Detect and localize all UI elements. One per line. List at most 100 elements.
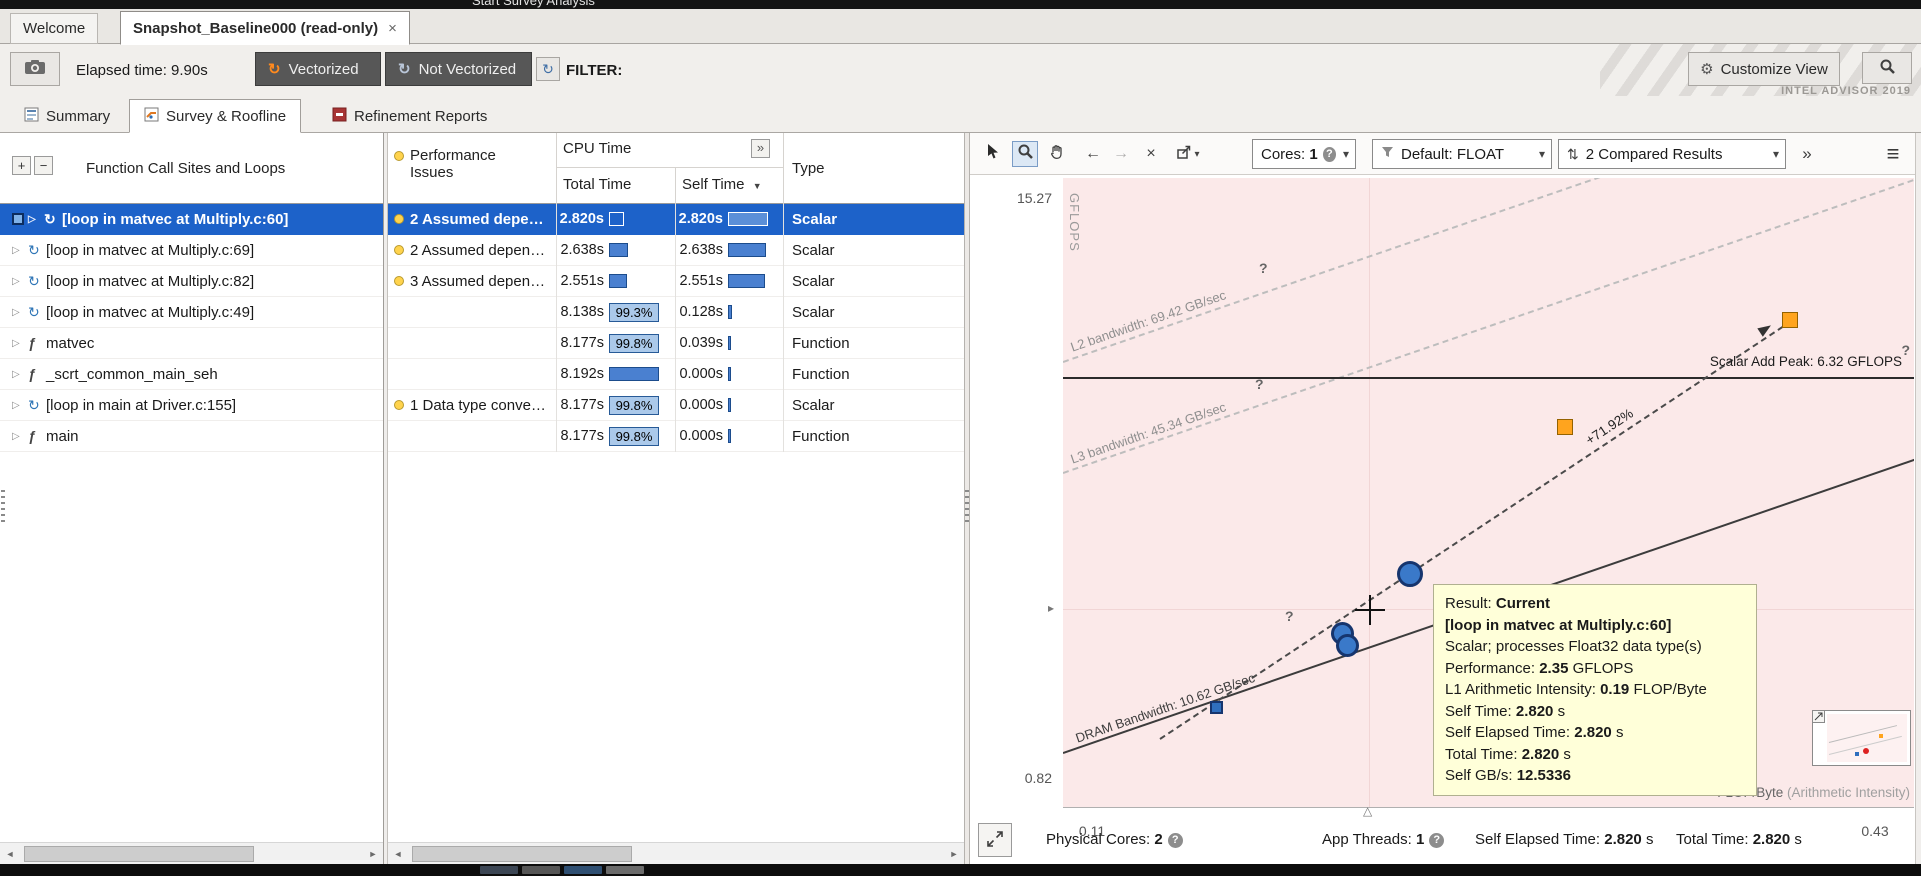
row-expander[interactable]: ▷: [12, 245, 28, 256]
minimap-expand-icon[interactable]: [1812, 710, 1825, 727]
scroll-left-arrow[interactable]: ◄: [0, 843, 20, 864]
scalar-peak-help-icon[interactable]: ?: [1901, 342, 1910, 358]
tooltip-performance: 2.35: [1539, 660, 1568, 677]
self-time-label: Self Time: [682, 176, 745, 193]
hamburger-menu-icon: ≡: [1887, 141, 1900, 167]
column-header-total-time[interactable]: Total Time: [557, 168, 676, 204]
data-point-compared-a[interactable]: [1557, 419, 1573, 435]
scrollbar-thumb[interactable]: [412, 846, 632, 862]
column-header-performance-issues[interactable]: Performance Issues: [388, 133, 557, 204]
total-time-bar: [609, 243, 628, 257]
taskbar-window-preview[interactable]: [606, 866, 644, 874]
scrollbar-thumb[interactable]: [24, 846, 254, 862]
table-row-loop-multiply-82[interactable]: ▷↻[loop in matvec at Multiply.c:82] 3 As…: [0, 266, 964, 297]
tab-snapshot[interactable]: Snapshot_Baseline000 (read-only) ×: [120, 11, 410, 45]
column-header-type[interactable]: Type: [784, 133, 964, 204]
window-edge-splitter-grip[interactable]: [1, 486, 5, 522]
tab-welcome[interactable]: Welcome: [10, 13, 98, 44]
total-time-value: 2.820s: [557, 211, 609, 227]
tooltip-gbs: 12.5336: [1517, 767, 1571, 784]
taskbar-window-preview[interactable]: [564, 866, 602, 874]
table-row-matvec[interactable]: ▷ƒmatvec 8.177s99.8% 0.039s Function: [0, 328, 964, 359]
cpu-time-expand-button[interactable]: »: [751, 139, 770, 158]
table-row-loop-multiply-60[interactable]: ▷ ↻ [loop in matvec at Multiply.c:60] 2 …: [0, 204, 964, 235]
minimap-chart-area: [1827, 714, 1907, 762]
help-icon[interactable]: ?: [1429, 833, 1444, 848]
roofline-minimap[interactable]: [1812, 710, 1911, 766]
expand-all-button[interactable]: +: [12, 156, 31, 175]
not-vectorized-toggle-button[interactable]: ↻ Not Vectorized: [385, 52, 532, 86]
data-point-current-loop-c[interactable]: [1336, 634, 1359, 657]
total-time-value: 8.177s: [557, 335, 609, 351]
roofline-chart[interactable]: L2 bandwidth: 69.42 GB/sec L3 bandwidth:…: [1063, 178, 1914, 808]
row-expander[interactable]: ▷: [12, 307, 28, 318]
vectorized-loop-icon: ↻: [268, 60, 281, 78]
data-point-compared-b[interactable]: [1782, 312, 1798, 328]
row-expander[interactable]: ▷: [12, 431, 28, 442]
chevrons-icon: »: [757, 140, 764, 155]
tooltip-value: Current: [1496, 595, 1550, 612]
function-column-scrollbar[interactable]: ◄ ►: [0, 842, 383, 864]
tab-summary[interactable]: Summary: [10, 99, 124, 133]
snapshot-camera-button[interactable]: [10, 52, 60, 86]
more-tools-button[interactable]: »: [1794, 141, 1820, 167]
scroll-right-arrow[interactable]: ►: [944, 843, 964, 864]
table-row-scrt-common-main-seh[interactable]: ▷ƒ_scrt_common_main_seh 8.192s 0.000s Fu…: [0, 359, 964, 390]
row-expander[interactable]: ▷: [28, 214, 44, 225]
collapse-all-button[interactable]: −: [34, 156, 53, 175]
select-cursor-button[interactable]: [980, 141, 1006, 167]
data-columns-scrollbar[interactable]: ◄ ►: [388, 842, 964, 864]
row-expander[interactable]: ▷: [12, 338, 28, 349]
top-menu-strip: Start Survey Analysis: [0, 0, 1921, 9]
dram-help-icon[interactable]: ?: [1285, 608, 1294, 624]
not-vectorized-label: Not Vectorized: [419, 61, 517, 78]
loop-icon: ↻: [28, 273, 46, 290]
customize-view-button[interactable]: ⚙ Customize View: [1688, 52, 1840, 86]
refresh-filter-button[interactable]: ↻: [536, 57, 560, 81]
pan-hand-button[interactable]: [1044, 141, 1070, 167]
scroll-right-arrow[interactable]: ►: [363, 843, 383, 864]
column-header-self-time[interactable]: Self Time ▼: [676, 168, 784, 204]
close-icon[interactable]: ×: [388, 20, 397, 37]
row-expander[interactable]: ▷: [12, 400, 28, 411]
vectorized-toggle-button[interactable]: ↻ Vectorized: [255, 52, 381, 86]
menu-item-start-survey-analysis[interactable]: Start Survey Analysis: [472, 0, 595, 8]
expand-roofline-button[interactable]: [978, 823, 1012, 857]
compare-icon: ⇅: [1567, 146, 1579, 163]
export-chart-button[interactable]: ▾: [1168, 141, 1208, 167]
data-point-current-selected-loop[interactable]: [1397, 561, 1423, 587]
table-row-loop-multiply-69[interactable]: ▷↻[loop in matvec at Multiply.c:69] 2 As…: [0, 235, 964, 266]
tab-summary-label: Summary: [46, 108, 110, 125]
y-axis-title: GFLOPS: [1067, 193, 1082, 252]
tab-refinement-reports[interactable]: Refinement Reports: [318, 99, 501, 133]
column-header-function[interactable]: Function Call Sites and Loops: [86, 133, 285, 204]
compared-results-dropdown[interactable]: ⇅ 2 Compared Results ▾: [1558, 139, 1786, 169]
taskbar-window-preview[interactable]: [480, 866, 518, 874]
table-row-main[interactable]: ▷ƒmain 8.177s99.8% 0.000s Function: [0, 421, 964, 452]
roofline-filter-dropdown[interactable]: Default: FLOAT ▾: [1372, 139, 1552, 169]
zoom-tool-button[interactable]: [1012, 141, 1038, 167]
scroll-left-arrow[interactable]: ◄: [388, 843, 408, 864]
pane-splitter-grip[interactable]: [965, 486, 969, 522]
tab-survey-roofline[interactable]: Survey & Roofline: [129, 99, 301, 133]
row-expander[interactable]: ▷: [12, 276, 28, 287]
expand-arrows-icon: [986, 830, 1004, 851]
l3-help-icon[interactable]: ?: [1255, 376, 1264, 392]
help-icon[interactable]: ?: [1168, 833, 1183, 848]
roofline-menu-button[interactable]: ≡: [1880, 141, 1906, 167]
row-expander[interactable]: ▷: [12, 369, 28, 380]
taskbar-window-preview[interactable]: [522, 866, 560, 874]
toolbar-search-button[interactable]: [1862, 52, 1912, 84]
self-time-value: 0.039s: [676, 335, 728, 351]
cores-dropdown[interactable]: Cores: 1 ? ▾: [1252, 139, 1356, 169]
help-icon[interactable]: ?: [1323, 147, 1336, 162]
summary-icon: [24, 107, 39, 126]
data-point-small-blue-square[interactable]: [1210, 701, 1223, 714]
table-row-loop-multiply-49[interactable]: ▷↻[loop in matvec at Multiply.c:49] 8.13…: [0, 297, 964, 328]
undo-zoom-button[interactable]: ←: [1080, 141, 1106, 167]
cancel-zoom-button[interactable]: ×: [1138, 141, 1164, 167]
redo-zoom-button[interactable]: →: [1108, 141, 1134, 167]
table-row-loop-driver-155[interactable]: ▷↻[loop in main at Driver.c:155] 1 Data …: [0, 390, 964, 421]
l2-help-icon[interactable]: ?: [1259, 260, 1268, 276]
column-header-cpu-time[interactable]: CPU Time »: [557, 133, 784, 168]
